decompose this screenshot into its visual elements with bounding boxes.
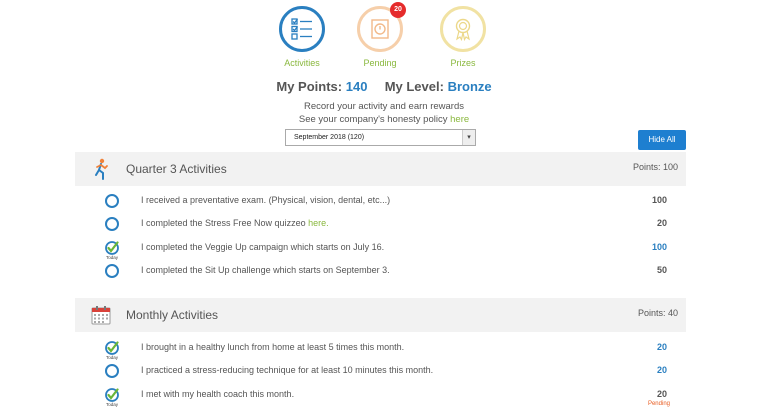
pending-count-badge: 20 [390, 2, 406, 18]
honesty-policy-link[interactable]: here [450, 114, 469, 125]
calendar-icon [90, 303, 112, 327]
month-select-value: September 2018 (120) [294, 134, 365, 141]
nav-activities-label: Activities [284, 58, 320, 68]
points-value: 140 [345, 79, 368, 94]
activity-text: I completed the Veggie Up campaign which… [141, 242, 385, 252]
level-value: Bronze [447, 79, 492, 94]
activity-row: Today I brought in a healthy lunch from … [100, 340, 680, 360]
activity-row: Today I met with my health coach this mo… [100, 387, 680, 407]
status-circle[interactable] [105, 194, 119, 208]
activity-points: 100 [651, 195, 667, 205]
activity-points: 20 [656, 342, 667, 352]
section-points: Points: 40 [637, 308, 678, 318]
points-summary: My Points: 140 My Level: Bronze [0, 79, 768, 94]
activity-points: 50 [656, 265, 667, 275]
activity-points: 20 [656, 218, 667, 228]
activity-row: Today I completed the Veggie Up campaign… [100, 240, 680, 260]
level-label: My Level: [384, 79, 444, 94]
chevron-down-icon[interactable]: ▾ [462, 130, 475, 145]
nav-pending[interactable]: 20 Pending [350, 2, 410, 68]
activity-row: I received a preventative exam. (Physica… [100, 193, 680, 211]
activity-text: I met with my health coach this month. [141, 389, 295, 399]
checkmark-circle-icon[interactable] [105, 341, 119, 355]
section-header-quarter-3[interactable]: Quarter 3 Activities Points: 100 [75, 152, 686, 186]
status-circle[interactable] [105, 217, 119, 231]
nav-pending-label: Pending [363, 58, 397, 68]
honesty-policy-text: See your company's honesty policy [298, 114, 448, 125]
today-label: Today [106, 255, 119, 260]
activity-text: I completed the Sit Up challenge which s… [141, 265, 390, 275]
activity-text: I practiced a stress-reducing technique … [141, 365, 434, 375]
today-label: Today [106, 402, 119, 407]
section-title: Quarter 3 Activities [126, 162, 227, 176]
nav-prizes-label: Prizes [450, 58, 476, 68]
today-label: Today [106, 355, 119, 360]
checklist-icon [279, 6, 325, 52]
pending-status: Pending [647, 401, 670, 407]
award-ribbon-icon [440, 6, 486, 52]
section-points: Points: 100 [632, 162, 678, 172]
top-nav: Activities 20 Pending Prizes [0, 2, 768, 70]
checkmark-circle-icon[interactable] [105, 388, 119, 402]
section-title: Monthly Activities [126, 308, 219, 322]
rewards-description: Record your activity and earn rewards [304, 101, 464, 112]
status-circle[interactable] [105, 364, 119, 378]
activity-points: 20 [656, 389, 667, 399]
month-select[interactable]: September 2018 (120) ▾ [285, 129, 476, 146]
activity-text-wrap: I completed the Stress Free Now quizzeo … [141, 218, 329, 228]
points-label: My Points: [276, 79, 343, 94]
activity-row: I practiced a stress-reducing technique … [100, 363, 680, 381]
nav-prizes[interactable]: Prizes [433, 6, 493, 68]
nav-activities[interactable]: Activities [272, 6, 332, 68]
activity-row: I completed the Sit Up challenge which s… [100, 263, 680, 281]
checkmark-circle-icon[interactable] [105, 241, 119, 255]
activity-points: 20 [656, 365, 667, 375]
activity-row: I completed the Stress Free Now quizzeo … [100, 216, 680, 234]
hide-all-button[interactable]: Hide All [638, 130, 686, 150]
running-person-icon [90, 157, 112, 181]
activity-text: I completed the Stress Free Now quizzeo [141, 218, 306, 228]
activity-text: I brought in a healthy lunch from home a… [141, 342, 405, 352]
activity-points: 100 [651, 242, 667, 252]
honesty-policy-line: See your company's honesty policy here [0, 114, 768, 125]
quizzeo-link[interactable]: here. [308, 218, 329, 228]
section-header-monthly[interactable]: Monthly Activities Points: 40 [75, 298, 686, 332]
activity-text: I received a preventative exam. (Physica… [141, 195, 391, 205]
status-circle[interactable] [105, 264, 119, 278]
pending-clock-icon: 20 [357, 2, 406, 52]
